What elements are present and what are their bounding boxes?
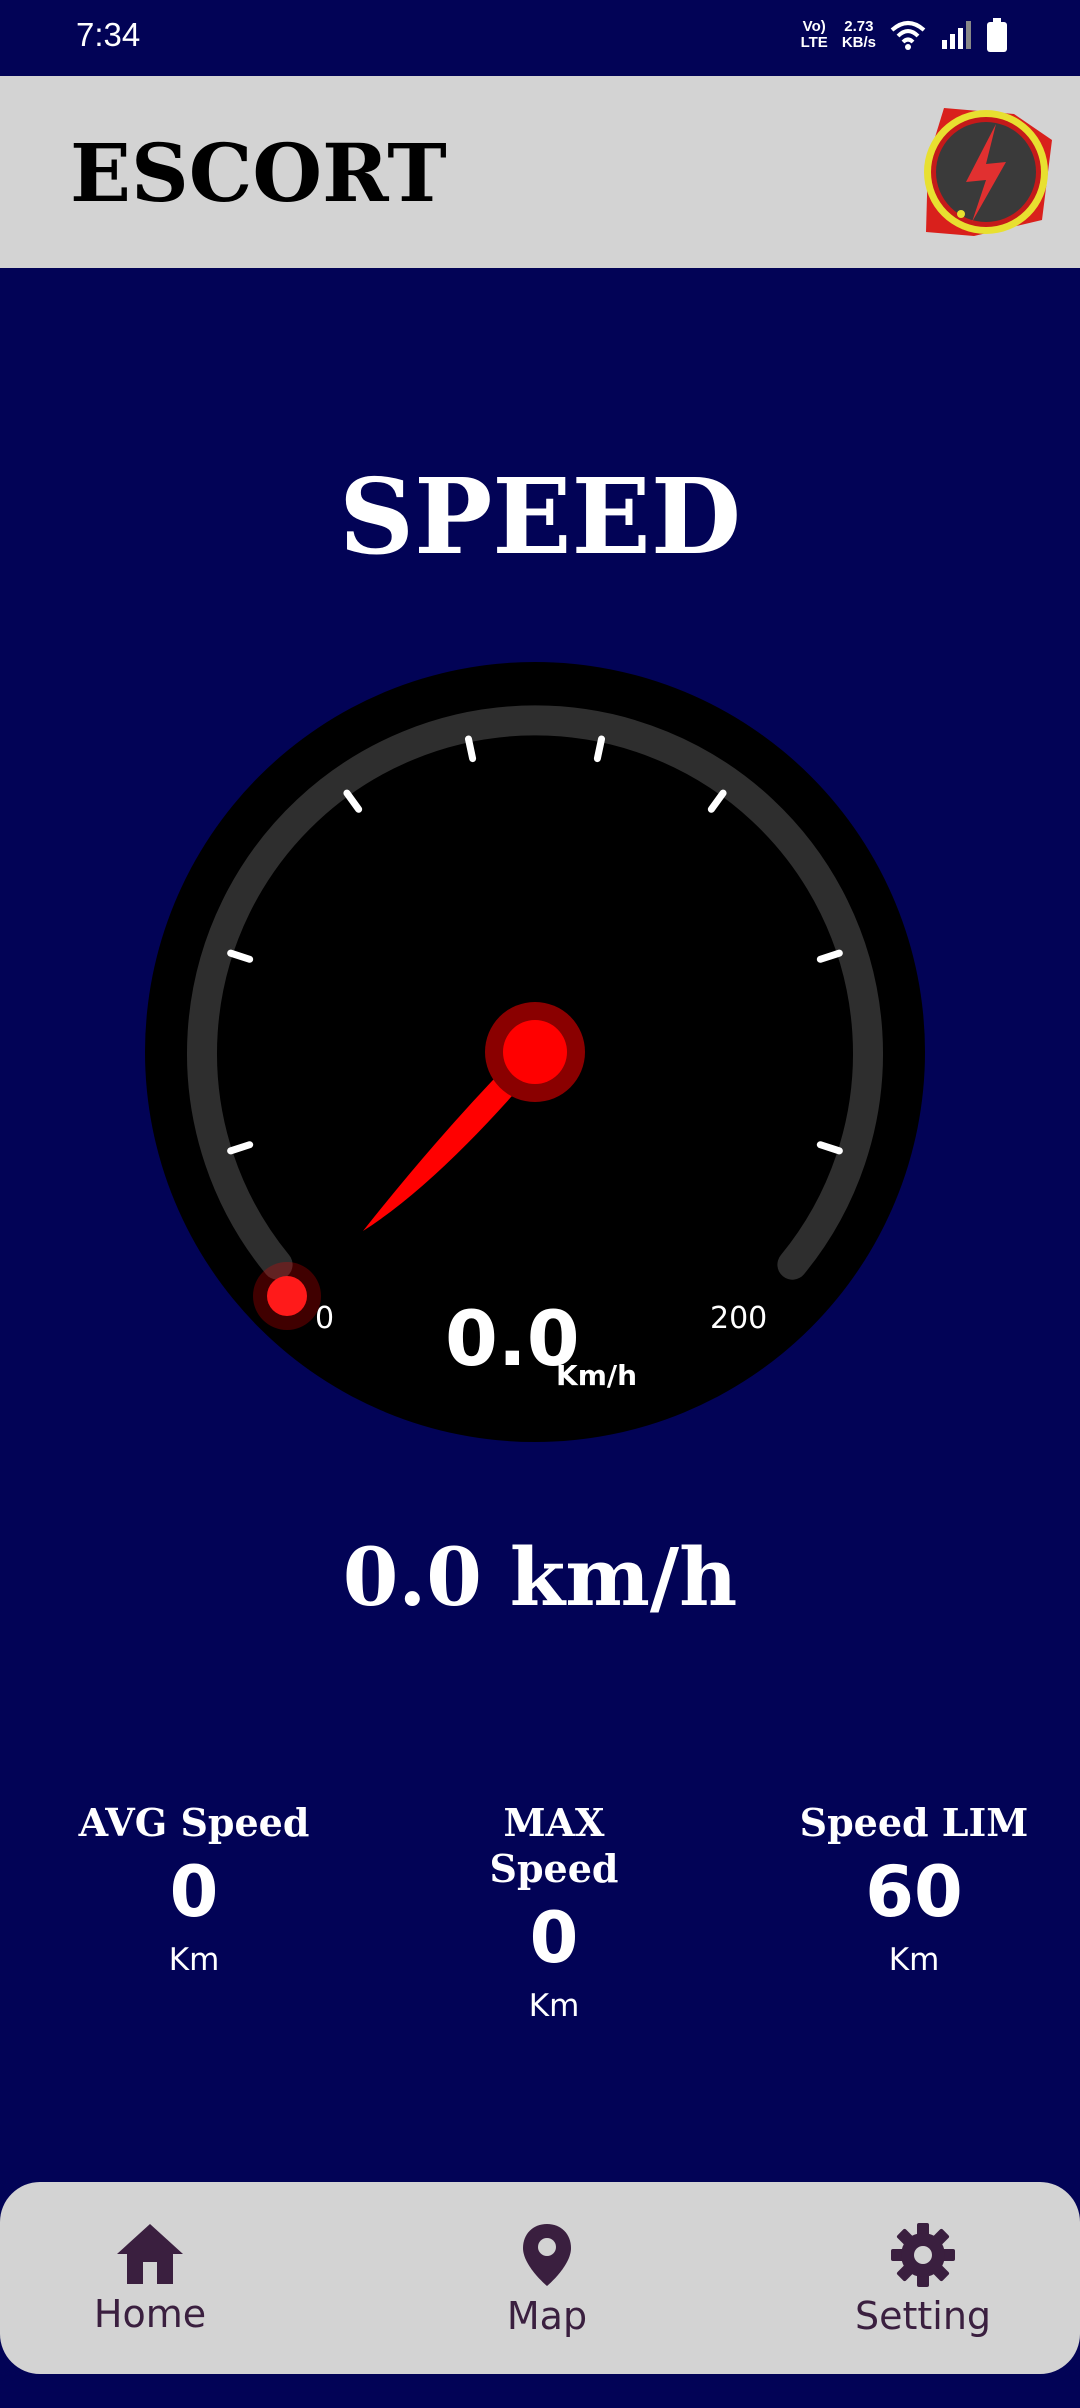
nav-home-label: Home [93, 2292, 207, 2336]
battery-icon [987, 18, 1007, 52]
max-speed-unit: Km [528, 1988, 580, 2024]
nav-home[interactable]: Home [70, 2222, 230, 2336]
needle-hub [503, 1020, 567, 1084]
speed-limit-unit: Km [888, 1942, 940, 1978]
gear-icon [891, 2223, 955, 2287]
wifi-icon [890, 21, 926, 50]
speed-heading: SPEED [338, 455, 742, 578]
gauge-tick [593, 735, 606, 763]
speed-limit-value: 60 [865, 1851, 963, 1933]
status-time: 7:34 [76, 16, 141, 53]
gauge-max-label: 200 [710, 1301, 767, 1336]
app-title: ESCORT [70, 126, 447, 220]
gauge-tick [464, 735, 477, 763]
volte-indicator: Vo) LTE [801, 19, 828, 51]
speed-limit-label: Speed LIM [799, 1800, 1029, 1845]
nav-map-label: Map [506, 2294, 588, 2338]
max-speed-stat: MAX Speed 0 Km [420, 1800, 688, 2028]
speedometer-gauge: 0 200 0.0 Km/h [145, 662, 925, 1442]
status-bar: 7:34 Vo) LTE 2.73 KB/s [0, 0, 1080, 76]
avg-speed-stat: AVG Speed 0 Km [60, 1800, 328, 1982]
max-speed-value: 0 [529, 1897, 579, 1979]
gauge-start-dot [267, 1276, 307, 1316]
bottom-nav: Home Map Setting [0, 2182, 1080, 2374]
home-icon [117, 2224, 183, 2284]
lightning-bolt-icon[interactable] [914, 100, 1058, 244]
nav-setting[interactable]: Setting [843, 2222, 1003, 2338]
nav-setting-label: Setting [854, 2294, 992, 2338]
avg-speed-value: 0 [169, 1851, 219, 1933]
max-speed-label-line2: Speed [489, 1846, 619, 1891]
avg-speed-label: AVG Speed [78, 1800, 310, 1845]
gauge-min-label: 0 [315, 1301, 334, 1336]
max-speed-label-line1: MAX [503, 1800, 605, 1845]
volte-bottom: LTE [800, 34, 828, 51]
nav-map[interactable]: Map [467, 2222, 627, 2338]
status-icons: Vo) LTE 2.73 KB/s [801, 18, 1008, 52]
app-bar: ESCORT [0, 76, 1080, 268]
volte-top: Vo) [802, 18, 826, 35]
gauge-unit: Km/h [556, 1359, 637, 1392]
speed-limit-stat[interactable]: Speed LIM 60 Km [780, 1800, 1048, 1982]
signal-icon [942, 21, 971, 49]
network-speed-unit: KB/s [841, 34, 876, 51]
speed-readout: 0.0 km/h [342, 1530, 738, 1624]
map-pin-icon [523, 2224, 571, 2286]
avg-speed-unit: Km [168, 1942, 220, 1978]
network-speed-value: 2.73 [844, 18, 874, 35]
network-speed: 2.73 KB/s [842, 19, 876, 51]
